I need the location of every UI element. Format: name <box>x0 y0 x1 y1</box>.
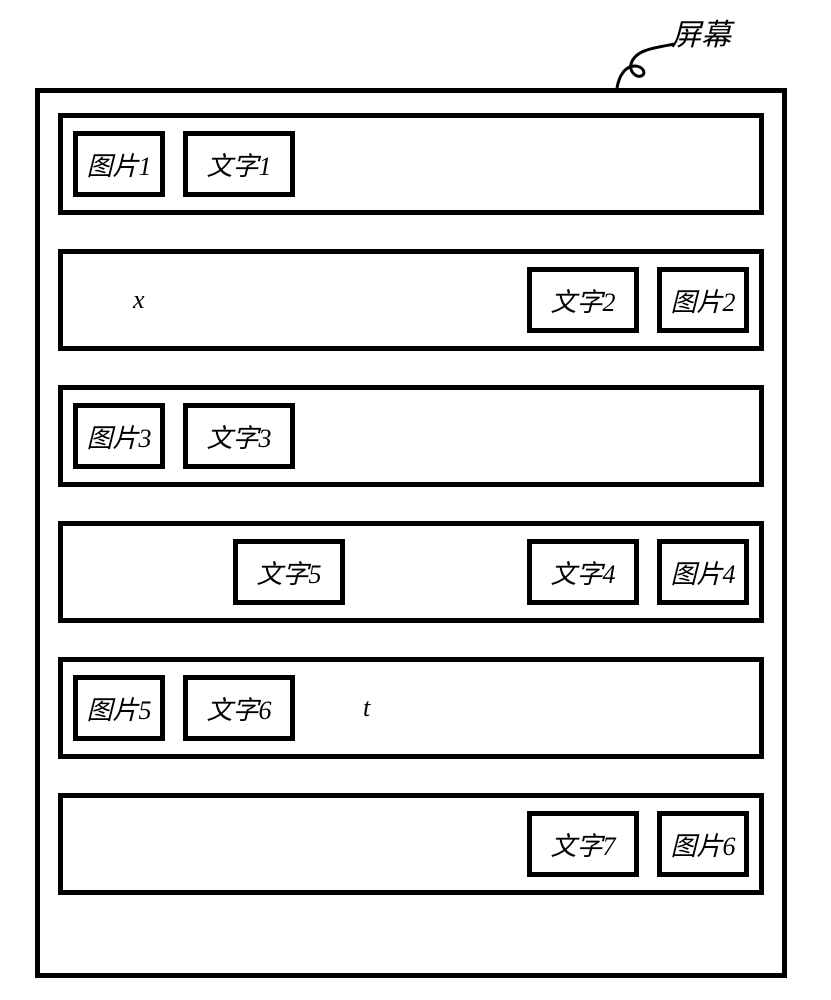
text-cell: 文字6 <box>183 675 295 741</box>
screen-frame: 图片1 文字1 x 文字2 图片2 图片3 文字3 文字5 文字4 图片4 图片… <box>35 88 787 978</box>
image-cell: 图片6 <box>657 811 749 877</box>
list-row: x 文字2 图片2 <box>58 249 764 351</box>
right-group: 文字2 图片2 <box>527 267 749 333</box>
text-cell: 文字5 <box>233 539 345 605</box>
list-row: 文字5 文字4 图片4 <box>58 521 764 623</box>
image-cell: 图片1 <box>73 131 165 197</box>
loose-char: x <box>133 285 145 315</box>
right-group: 文字4 图片4 <box>527 539 749 605</box>
pointer-curve-icon <box>613 42 683 90</box>
text-cell: 文字3 <box>183 403 295 469</box>
list-row: 图片1 文字1 <box>58 113 764 215</box>
right-group: 文字7 图片6 <box>527 811 749 877</box>
text-cell: 文字2 <box>527 267 639 333</box>
loose-char: t <box>363 693 370 723</box>
image-cell: 图片3 <box>73 403 165 469</box>
text-cell: 文字1 <box>183 131 295 197</box>
list-row: 图片3 文字3 <box>58 385 764 487</box>
text-cell: 文字4 <box>527 539 639 605</box>
text-cell: 文字7 <box>527 811 639 877</box>
list-row: 文字7 图片6 <box>58 793 764 895</box>
list-row: 图片5 文字6 t <box>58 657 764 759</box>
image-cell: 图片5 <box>73 675 165 741</box>
image-cell: 图片2 <box>657 267 749 333</box>
image-cell: 图片4 <box>657 539 749 605</box>
